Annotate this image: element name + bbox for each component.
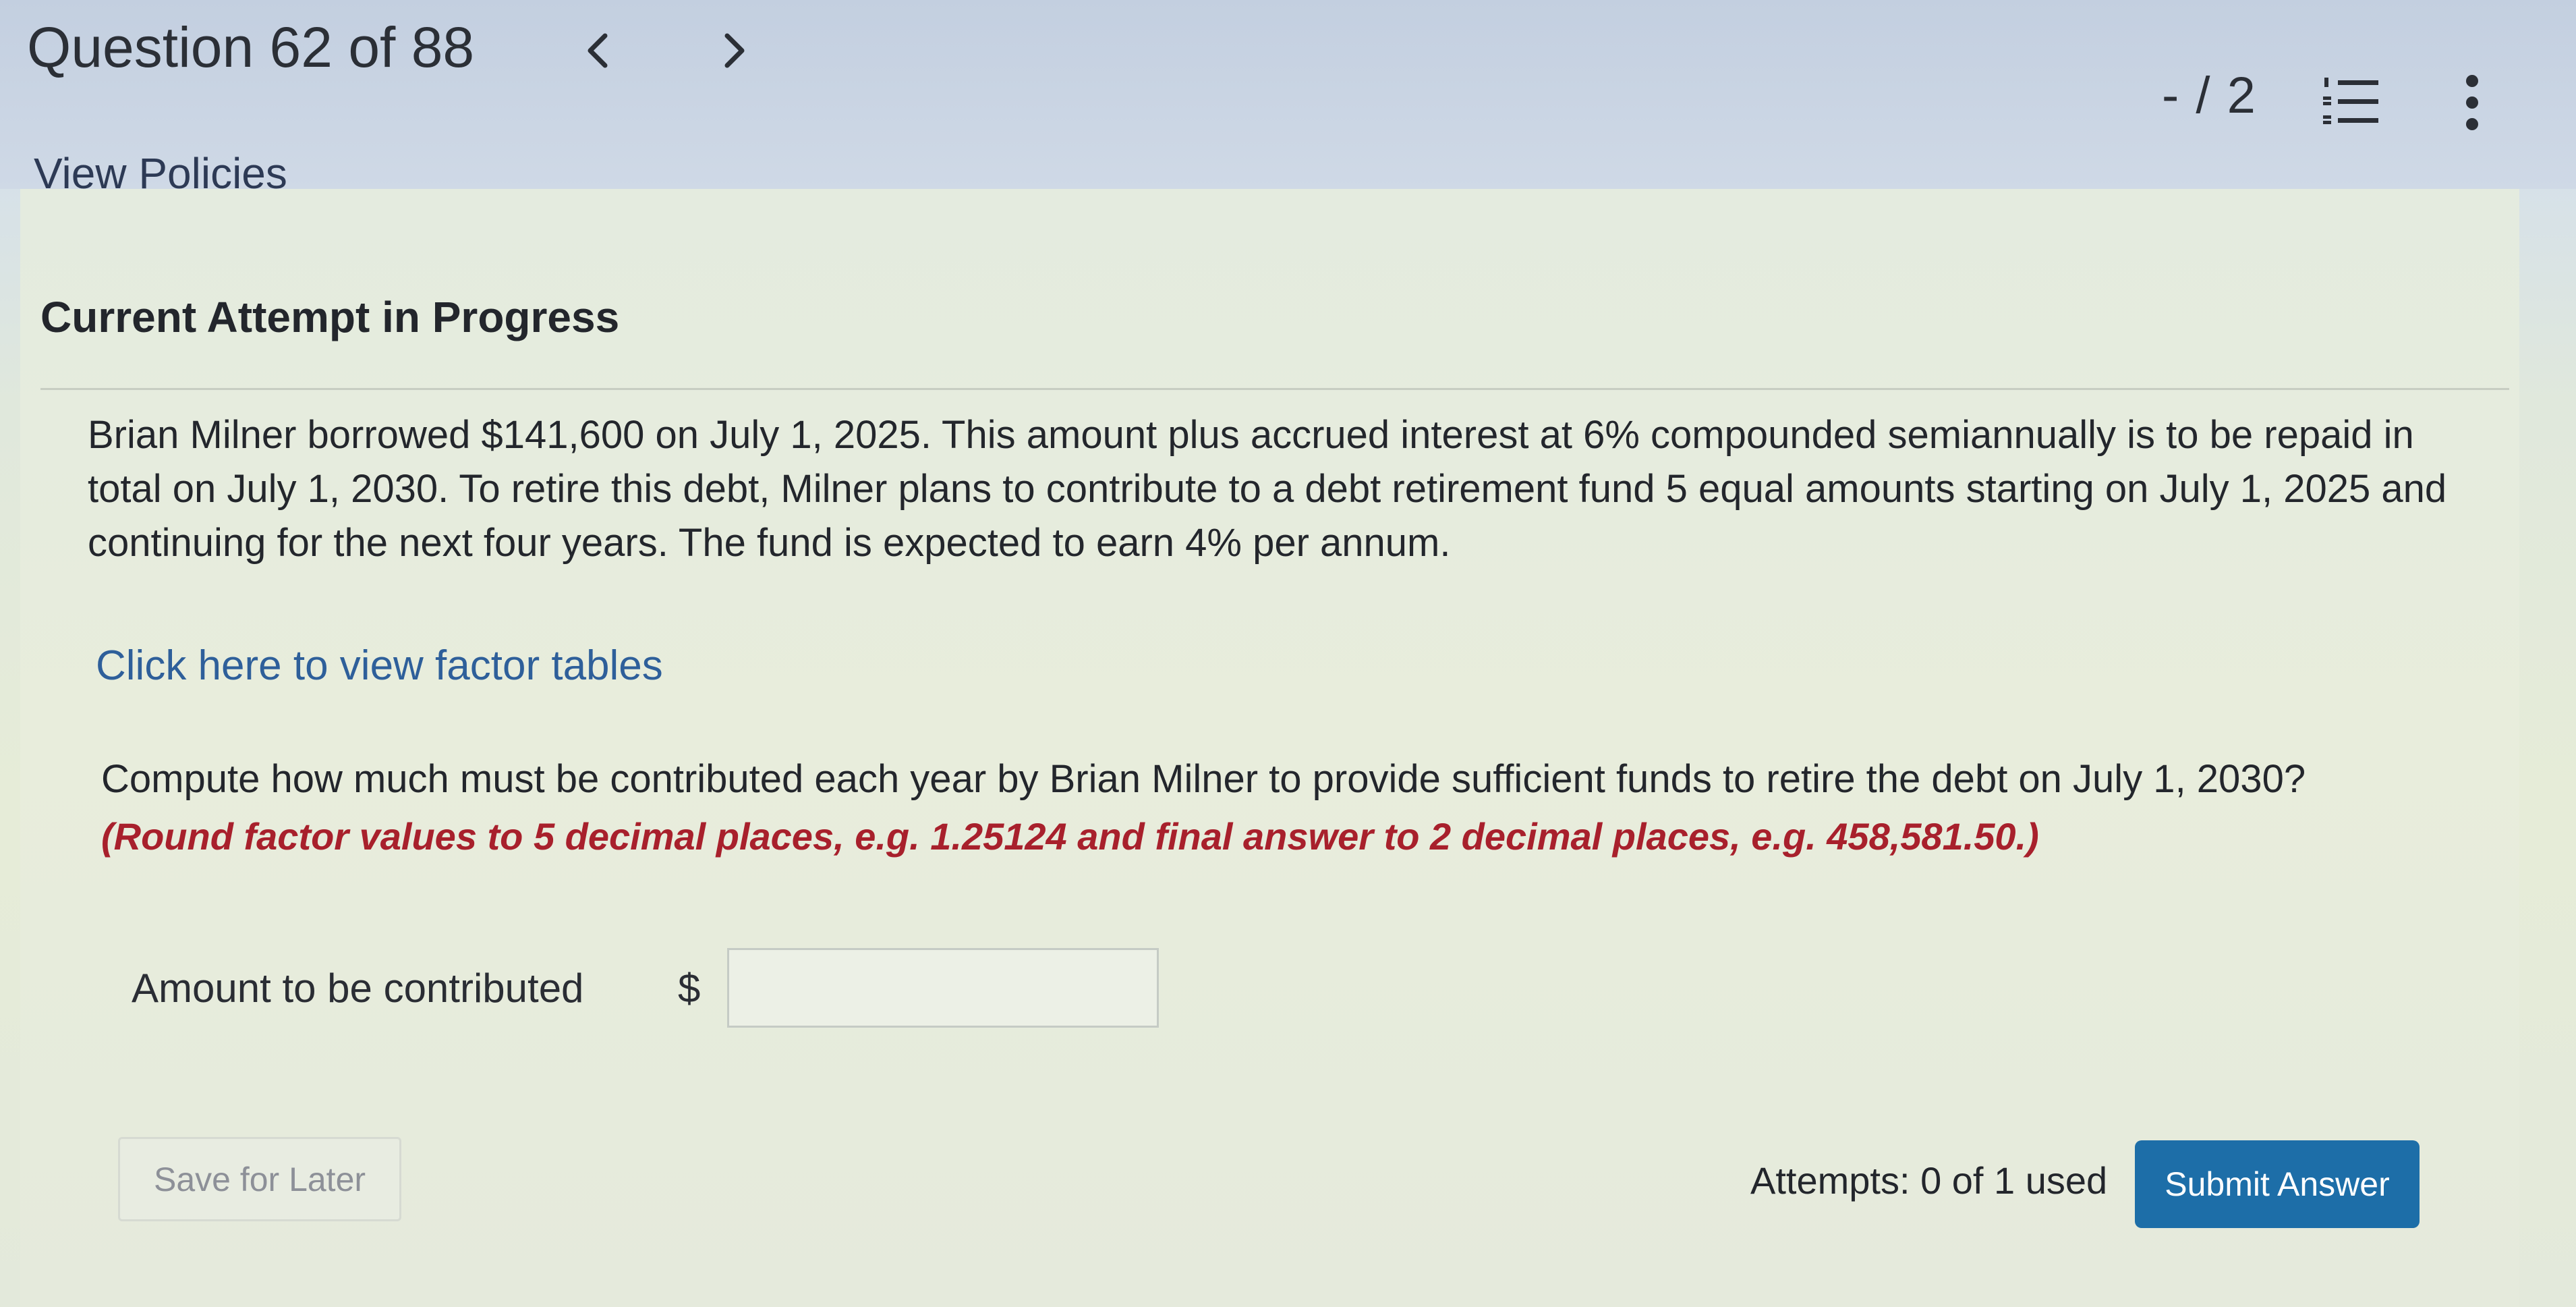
question-list-button[interactable] <box>2320 71 2381 132</box>
points-display: - / 2 <box>2162 67 2257 124</box>
attempt-heading: Current Attempt in Progress <box>40 293 620 341</box>
divider <box>40 388 2509 390</box>
attempts-counter: Attempts: 0 of 1 used <box>1750 1159 2108 1202</box>
save-for-later-button[interactable]: Save for Later <box>118 1137 401 1221</box>
rounding-instructions: (Round factor values to 5 decimal places… <box>101 815 2039 858</box>
more-vertical-icon <box>2466 75 2478 130</box>
previous-question-button[interactable] <box>570 24 624 78</box>
chevron-right-icon <box>724 33 745 68</box>
amount-label: Amount to be contributed <box>132 966 584 1011</box>
submit-answer-button[interactable]: Submit Answer <box>2135 1140 2420 1228</box>
factor-tables-link[interactable]: Click here to view factor tables <box>96 636 663 696</box>
question-counter: Question 62 of 88 <box>27 16 475 79</box>
amount-input[interactable] <box>727 948 1159 1028</box>
currency-symbol: $ <box>678 966 701 1011</box>
more-options-button[interactable] <box>2449 69 2496 136</box>
chevron-left-icon <box>588 33 608 68</box>
numbered-list-icon <box>2323 78 2378 124</box>
view-policies-link[interactable]: View Policies <box>34 143 287 204</box>
problem-text: Brian Milner borrowed $141,600 on July 1… <box>88 413 2447 565</box>
question-text: Compute how much must be contributed eac… <box>101 757 2306 801</box>
next-question-button[interactable] <box>708 24 762 78</box>
